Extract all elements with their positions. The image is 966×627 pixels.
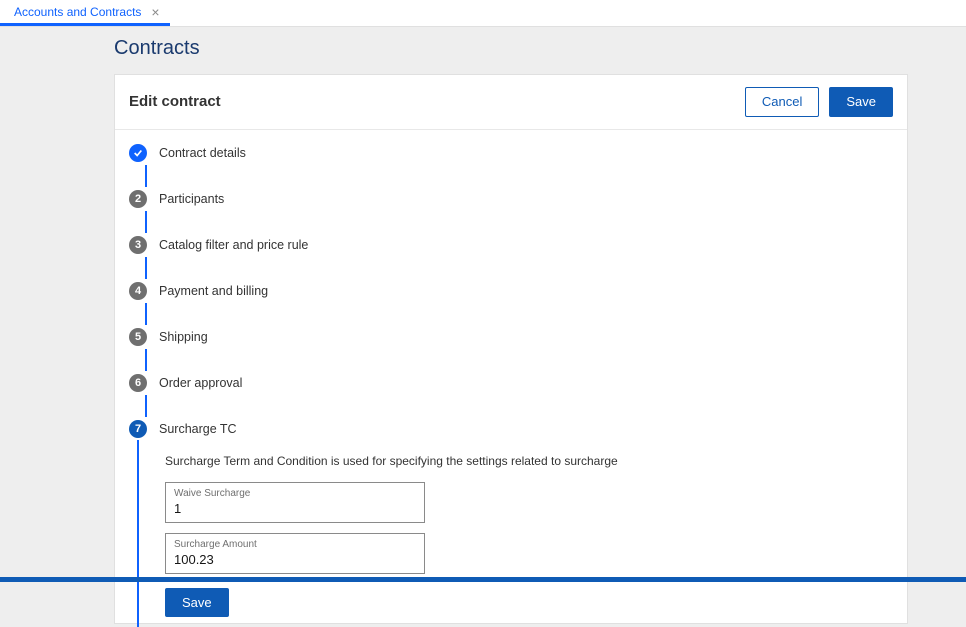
footer-bar [0,577,966,582]
step-connector [145,395,147,417]
waive-surcharge-input[interactable] [174,501,416,516]
surcharge-amount-input[interactable] [174,552,416,567]
step-connector [145,349,147,371]
step-number-icon: 5 [129,328,147,346]
step-catalog-filter[interactable]: 3 Catalog filter and price rule [129,236,893,279]
surcharge-amount-field[interactable]: Surcharge Amount [165,533,425,574]
step-label: Order approval [159,376,242,390]
card-title: Edit contract [129,93,221,110]
save-button[interactable]: Save [829,87,893,117]
stepper: Contract details 2 Participants 3 Catalo… [115,130,907,624]
tab-bar: Accounts and Contracts × [0,0,966,27]
step-label: Catalog filter and price rule [159,238,308,252]
step-connector [137,440,139,627]
edit-contract-card: Edit contract Cancel Save Contract detai… [114,74,908,624]
step-order-approval[interactable]: 6 Order approval [129,374,893,417]
close-icon[interactable]: × [151,5,159,19]
tab-accounts-contracts[interactable]: Accounts and Contracts × [0,0,170,26]
step-contract-details[interactable]: Contract details [129,144,893,187]
step-label: Contract details [159,146,246,160]
step-label: Payment and billing [159,284,268,298]
surcharge-save-button[interactable]: Save [165,588,229,618]
step-connector [145,211,147,233]
step-number-icon: 6 [129,374,147,392]
step-label: Shipping [159,330,208,344]
page-title: Contracts [114,37,966,60]
cancel-button[interactable]: Cancel [745,87,819,117]
step-label: Surcharge TC [159,422,237,436]
tab-label: Accounts and Contracts [14,5,141,19]
card-header: Edit contract Cancel Save [115,75,907,130]
step-connector [145,257,147,279]
field-label: Surcharge Amount [174,539,416,550]
surcharge-description: Surcharge Term and Condition is used for… [165,454,893,468]
step-label: Participants [159,192,224,206]
step-shipping[interactable]: 5 Shipping [129,328,893,371]
step-number-icon: 4 [129,282,147,300]
step-connector [145,303,147,325]
step-payment-billing[interactable]: 4 Payment and billing [129,282,893,325]
waive-surcharge-field[interactable]: Waive Surcharge [165,482,425,523]
step-body-surcharge: Surcharge Term and Condition is used for… [159,438,893,618]
step-number-icon: 7 [129,420,147,438]
step-number-icon: 2 [129,190,147,208]
check-icon [129,144,147,162]
step-surcharge-tc[interactable]: 7 Surcharge TC Surcharge Term and Condit… [129,420,893,618]
step-connector [145,165,147,187]
step-participants[interactable]: 2 Participants [129,190,893,233]
field-label: Waive Surcharge [174,488,416,499]
header-actions: Cancel Save [745,87,893,117]
step-number-icon: 3 [129,236,147,254]
